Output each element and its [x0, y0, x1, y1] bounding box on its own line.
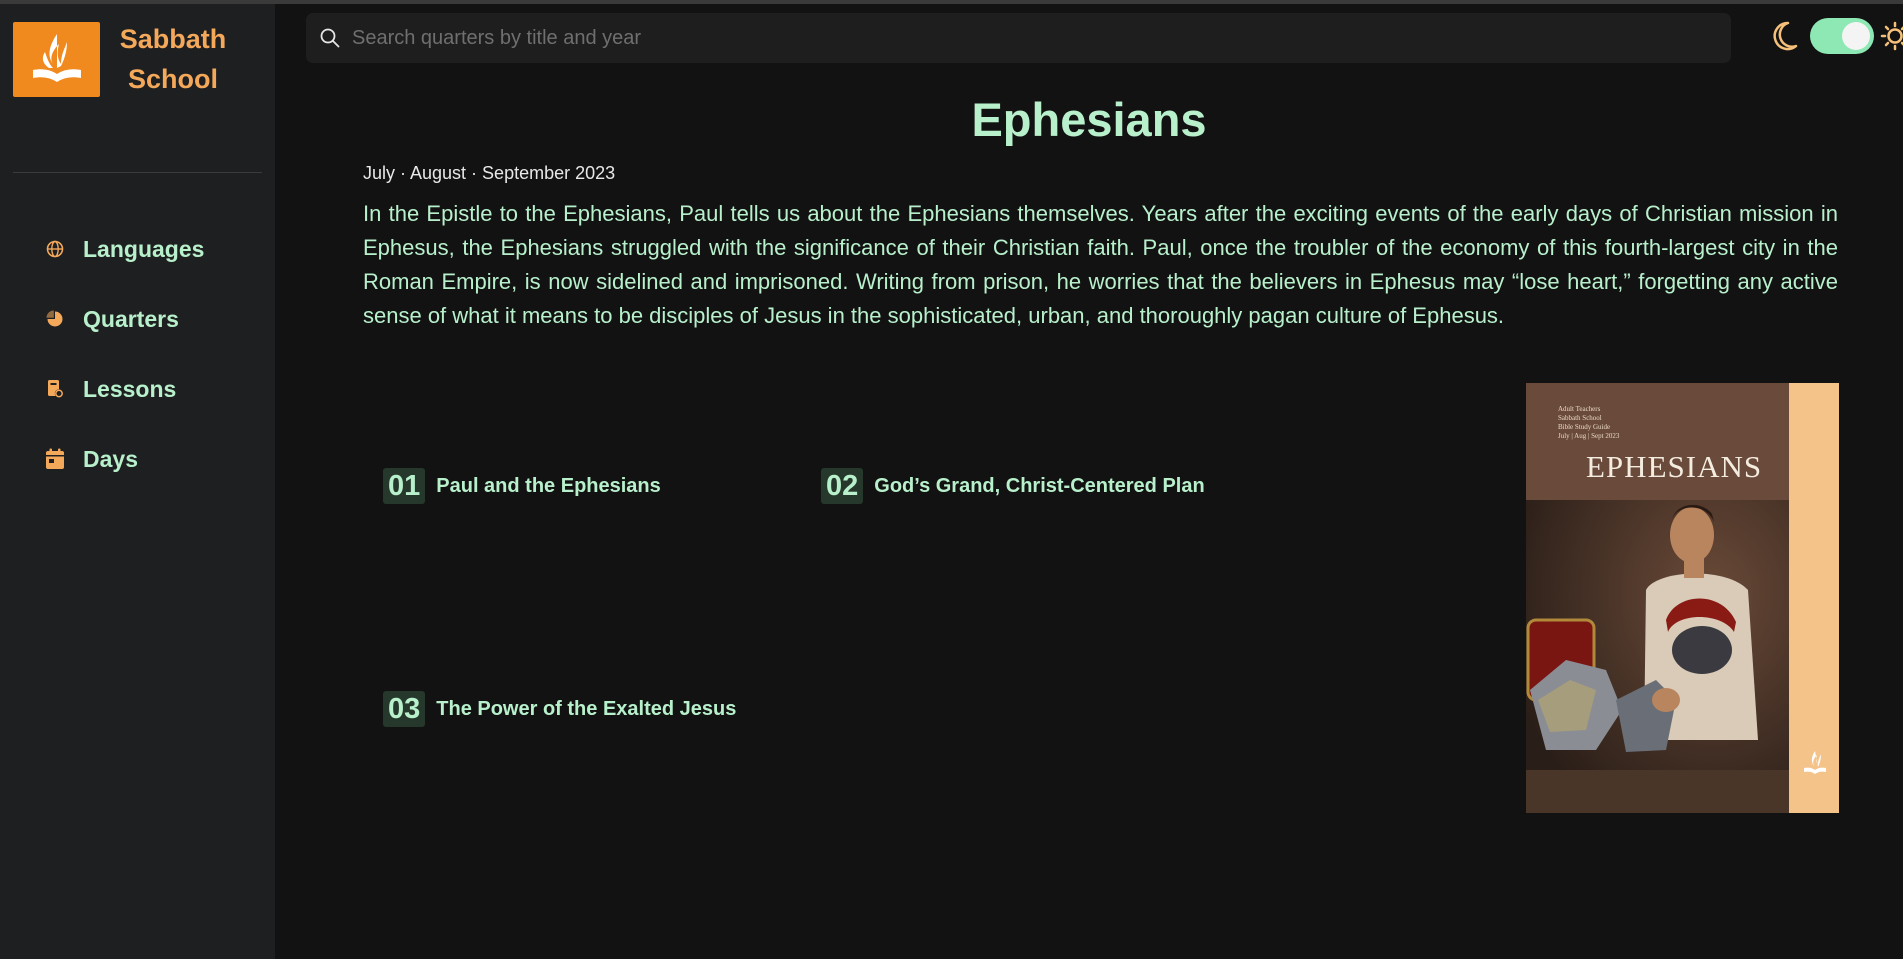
brand-line-2: School — [127, 64, 218, 94]
brand[interactable]: Sabbath School — [13, 19, 238, 99]
theme-switcher — [1768, 18, 1903, 54]
sidebar-item-languages[interactable]: Languages — [0, 214, 275, 284]
cover-title: EPHESIANS — [1586, 449, 1763, 484]
moon-icon[interactable] — [1768, 18, 1800, 54]
lesson-title: Paul and the Ephesians — [436, 474, 661, 497]
sidebar-item-lessons[interactable]: Lessons — [0, 354, 275, 424]
sidebar-item-quarters[interactable]: Quarters — [0, 284, 275, 354]
cover-line: July | Aug | Sept 2023 — [1558, 432, 1620, 440]
cover-line: Adult Teachers — [1558, 405, 1601, 413]
quarter-description: In the Epistle to the Ephesians, Paul te… — [363, 201, 1838, 328]
lesson-item[interactable]: 01 Paul and the Ephesians — [383, 468, 661, 504]
search-bar[interactable] — [306, 13, 1731, 63]
search-icon — [320, 28, 340, 48]
brand-line-1: Sabbath — [119, 24, 227, 54]
cover-subtitle: Adult Teachers Sabbath School Bible Stud… — [1558, 405, 1619, 441]
sidebar-nav: Languages Quarters Lessons Days — [0, 214, 275, 494]
sda-logo-icon — [1804, 751, 1826, 774]
quarter-dates: July · August · September 2023 — [363, 163, 616, 183]
sun-icon[interactable] — [1879, 18, 1903, 54]
window-top-edge — [0, 0, 1903, 4]
search-input[interactable] — [352, 18, 1731, 58]
sidebar-item-label: Lessons — [83, 375, 177, 402]
lesson-number: 01 — [383, 468, 426, 504]
globe-icon — [44, 238, 66, 260]
brand-name: Sabbath School — [108, 19, 238, 99]
sabbath-school-logo-icon — [13, 21, 100, 97]
sidebar-item-label: Quarters — [83, 305, 179, 332]
lesson-item[interactable]: 03 The Power of the Exalted Jesus — [383, 691, 736, 727]
lesson-title: The Power of the Exalted Jesus — [436, 697, 737, 720]
cover-photo-soldier — [1526, 500, 1789, 813]
quarter-title: Ephesians — [971, 93, 1207, 146]
sidebar-divider — [13, 172, 262, 173]
pie-icon — [44, 308, 66, 330]
calendar-icon — [44, 448, 66, 470]
lesson-title: God’s Grand, Christ-Centered Plan — [874, 474, 1205, 497]
lesson-number: 03 — [383, 691, 426, 727]
cover-line: Bible Study Guide — [1558, 423, 1611, 431]
sidebar: Sabbath School Languages Quarters Lesson… — [0, 4, 275, 959]
sidebar-item-label: Days — [83, 445, 138, 472]
lesson-number: 02 — [821, 468, 864, 504]
toggle-knob — [1842, 22, 1870, 50]
sidebar-item-days[interactable]: Days — [0, 424, 275, 494]
lesson-book-icon — [44, 378, 66, 400]
sidebar-item-label: Languages — [83, 235, 205, 262]
quarter-cover-image: Adult Teachers Sabbath School Bible Stud… — [1526, 383, 1839, 813]
cover-line: Sabbath School — [1558, 414, 1602, 422]
lesson-item[interactable]: 02 God’s Grand, Christ-Centered Plan — [821, 468, 1205, 504]
theme-toggle[interactable] — [1810, 18, 1874, 54]
